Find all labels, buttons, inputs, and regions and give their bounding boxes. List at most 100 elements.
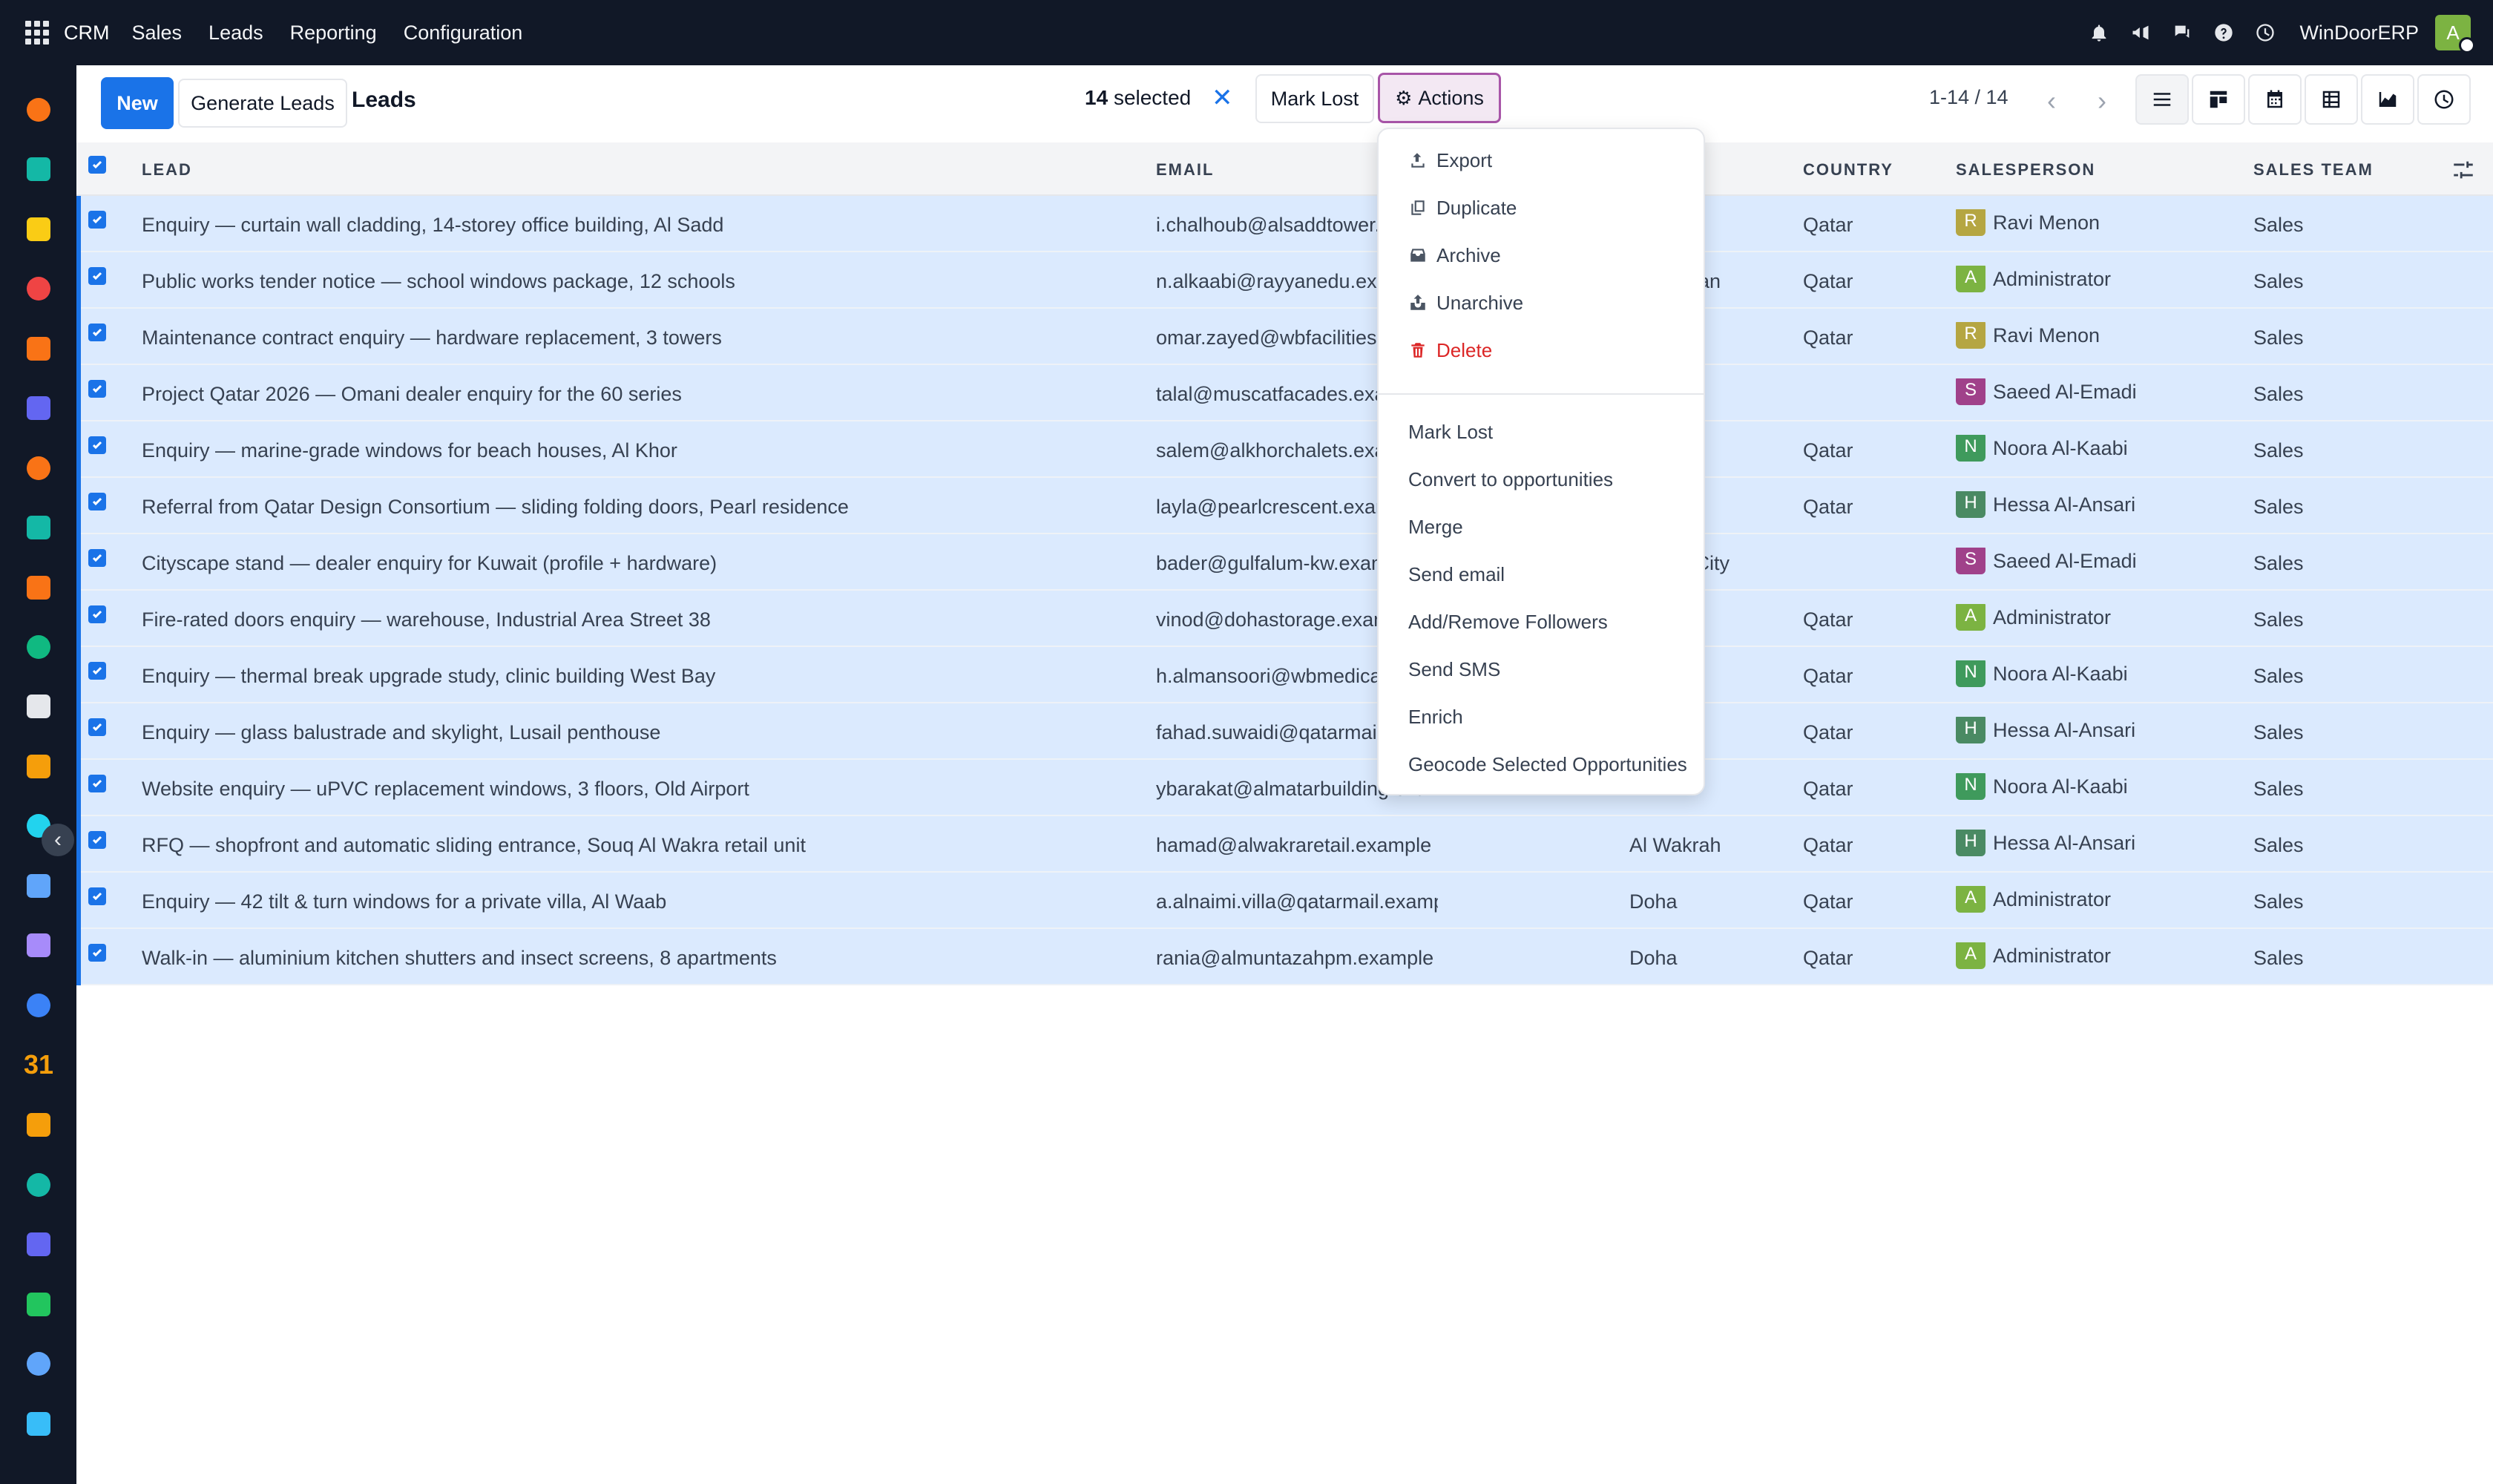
action-merge[interactable]: Merge (1379, 503, 1704, 551)
app-icon-18[interactable] (27, 1113, 50, 1137)
row-checkbox[interactable] (88, 775, 106, 792)
action-archive[interactable]: Archive (1379, 232, 1704, 279)
mark-lost-button[interactable]: Mark Lost (1255, 74, 1374, 123)
new-button[interactable]: New (101, 77, 174, 129)
app-icon-1[interactable] (27, 98, 50, 122)
action-send-sms[interactable]: Send SMS (1379, 646, 1704, 693)
table-row[interactable]: Enquiry — thermal break upgrade study, c… (76, 647, 2493, 703)
app-icon-5[interactable] (27, 337, 50, 361)
chat-icon[interactable] (2167, 18, 2197, 47)
app-icon-10[interactable] (27, 635, 50, 659)
action-add-remove-followers[interactable]: Add/Remove Followers (1379, 598, 1704, 646)
clear-selection-icon[interactable]: ✕ (1212, 83, 1233, 113)
table-row[interactable]: Fire-rated doors enquiry — warehouse, In… (76, 591, 2493, 647)
column-header-email[interactable]: Email (1156, 160, 1214, 180)
calendar-view-button[interactable] (2248, 74, 2302, 125)
salesperson-avatar[interactable]: S (1956, 548, 1985, 574)
table-row[interactable]: Enquiry — glass balustrade and skylight,… (76, 703, 2493, 760)
app-icon-9[interactable] (27, 576, 50, 600)
table-row[interactable]: Enquiry — curtain wall cladding, 14-stor… (76, 196, 2493, 252)
row-checkbox[interactable] (88, 267, 106, 285)
row-checkbox[interactable] (88, 831, 106, 849)
activity-view-button[interactable] (2417, 74, 2471, 125)
salesperson-avatar[interactable]: S (1956, 378, 1985, 405)
salesperson-avatar[interactable]: R (1956, 322, 1985, 349)
table-row[interactable]: Maintenance contract enquiry — hardware … (76, 309, 2493, 365)
actions-button[interactable]: ⚙ Actions (1378, 73, 1501, 123)
table-row[interactable]: Website enquiry — uPVC replacement windo… (76, 760, 2493, 816)
app-brand[interactable]: CRM (64, 22, 110, 45)
action-enrich[interactable]: Enrich (1379, 693, 1704, 741)
row-checkbox[interactable] (88, 662, 106, 680)
table-row[interactable]: Public works tender notice — school wind… (76, 252, 2493, 309)
bell-icon[interactable] (2084, 18, 2114, 47)
menu-reporting[interactable]: Reporting (277, 22, 390, 45)
app-icon-20[interactable] (27, 1232, 50, 1256)
salesperson-avatar[interactable]: H (1956, 830, 1985, 856)
action-export[interactable]: Export (1379, 137, 1704, 184)
user-avatar[interactable]: A (2435, 15, 2475, 53)
salesperson-avatar[interactable]: A (1956, 266, 1985, 292)
row-checkbox[interactable] (88, 549, 106, 567)
table-row[interactable]: Cityscape stand — dealer enquiry for Kuw… (76, 534, 2493, 591)
table-row[interactable]: Enquiry — marine-grade windows for beach… (76, 421, 2493, 478)
table-row[interactable]: Enquiry — 42 tilt & turn windows for a p… (76, 873, 2493, 929)
action-delete[interactable]: Delete (1379, 326, 1704, 374)
select-all-checkbox[interactable] (88, 156, 106, 174)
list-view-button[interactable] (2135, 74, 2189, 125)
column-header-salesperson[interactable]: Salesperson (1956, 160, 2095, 180)
menu-configuration[interactable]: Configuration (390, 22, 536, 45)
pager-previous-button[interactable]: ‹ (2029, 80, 2074, 122)
app-icon-8[interactable] (27, 516, 50, 539)
action-convert-to-opportunities[interactable]: Convert to opportunities (1379, 456, 1704, 503)
row-checkbox[interactable] (88, 211, 106, 229)
company-switcher[interactable]: WinDoorERP (2299, 22, 2419, 45)
app-icon-3[interactable] (27, 217, 50, 241)
kanban-view-button[interactable] (2192, 74, 2245, 125)
row-checkbox[interactable] (88, 493, 106, 510)
table-row[interactable]: Project Qatar 2026 — Omani dealer enquir… (76, 365, 2493, 421)
action-send-email[interactable]: Send email (1379, 551, 1704, 598)
sidebar-collapse-button[interactable]: ‹ (42, 824, 74, 856)
salesperson-avatar[interactable]: A (1956, 604, 1985, 631)
column-header-country[interactable]: Country (1803, 160, 1893, 180)
apps-menu-icon[interactable] (25, 21, 49, 45)
pivot-view-button[interactable] (2305, 74, 2358, 125)
app-icon-23[interactable] (27, 1412, 50, 1436)
row-checkbox[interactable] (88, 605, 106, 623)
row-checkbox[interactable] (88, 324, 106, 341)
action-duplicate[interactable]: Duplicate (1379, 184, 1704, 232)
clock-icon[interactable] (2250, 18, 2280, 47)
action-unarchive[interactable]: Unarchive (1379, 279, 1704, 326)
graph-view-button[interactable] (2361, 74, 2414, 125)
salesperson-avatar[interactable]: N (1956, 435, 1985, 462)
megaphone-icon[interactable] (2126, 18, 2155, 47)
row-checkbox[interactable] (88, 380, 106, 398)
app-icon-6[interactable] (27, 396, 50, 420)
pager-next-button[interactable]: › (2080, 80, 2124, 122)
app-icon-19[interactable] (27, 1173, 50, 1197)
app-icon-22[interactable] (27, 1352, 50, 1376)
menu-sales[interactable]: Sales (119, 22, 196, 45)
salesperson-avatar[interactable]: H (1956, 491, 1985, 518)
row-checkbox[interactable] (88, 718, 106, 736)
app-icon-15[interactable] (27, 933, 50, 957)
table-row[interactable]: Walk-in — aluminium kitchen shutters and… (76, 929, 2493, 985)
column-header-lead[interactable]: Lead (142, 160, 192, 180)
app-icon-14[interactable] (27, 874, 50, 898)
action-geocode[interactable]: Geocode Selected Opportunities (1379, 741, 1704, 788)
calendar-app-icon[interactable]: 31 (24, 1049, 53, 1080)
generate-leads-button[interactable]: Generate Leads (178, 79, 347, 128)
row-checkbox[interactable] (88, 887, 106, 905)
optional-columns-icon[interactable] (2451, 157, 2476, 186)
salesperson-avatar[interactable]: H (1956, 717, 1985, 743)
pager-value[interactable]: 1-14 / 14 (1929, 86, 2008, 109)
table-row[interactable]: Referral from Qatar Design Consortium — … (76, 478, 2493, 534)
help-icon[interactable] (2209, 18, 2239, 47)
action-mark-lost[interactable]: Mark Lost (1379, 408, 1704, 456)
app-icon-7[interactable] (27, 456, 50, 480)
salesperson-avatar[interactable]: A (1956, 886, 1985, 913)
row-checkbox[interactable] (88, 436, 106, 454)
app-icon-12[interactable] (27, 755, 50, 778)
salesperson-avatar[interactable]: A (1956, 942, 1985, 969)
